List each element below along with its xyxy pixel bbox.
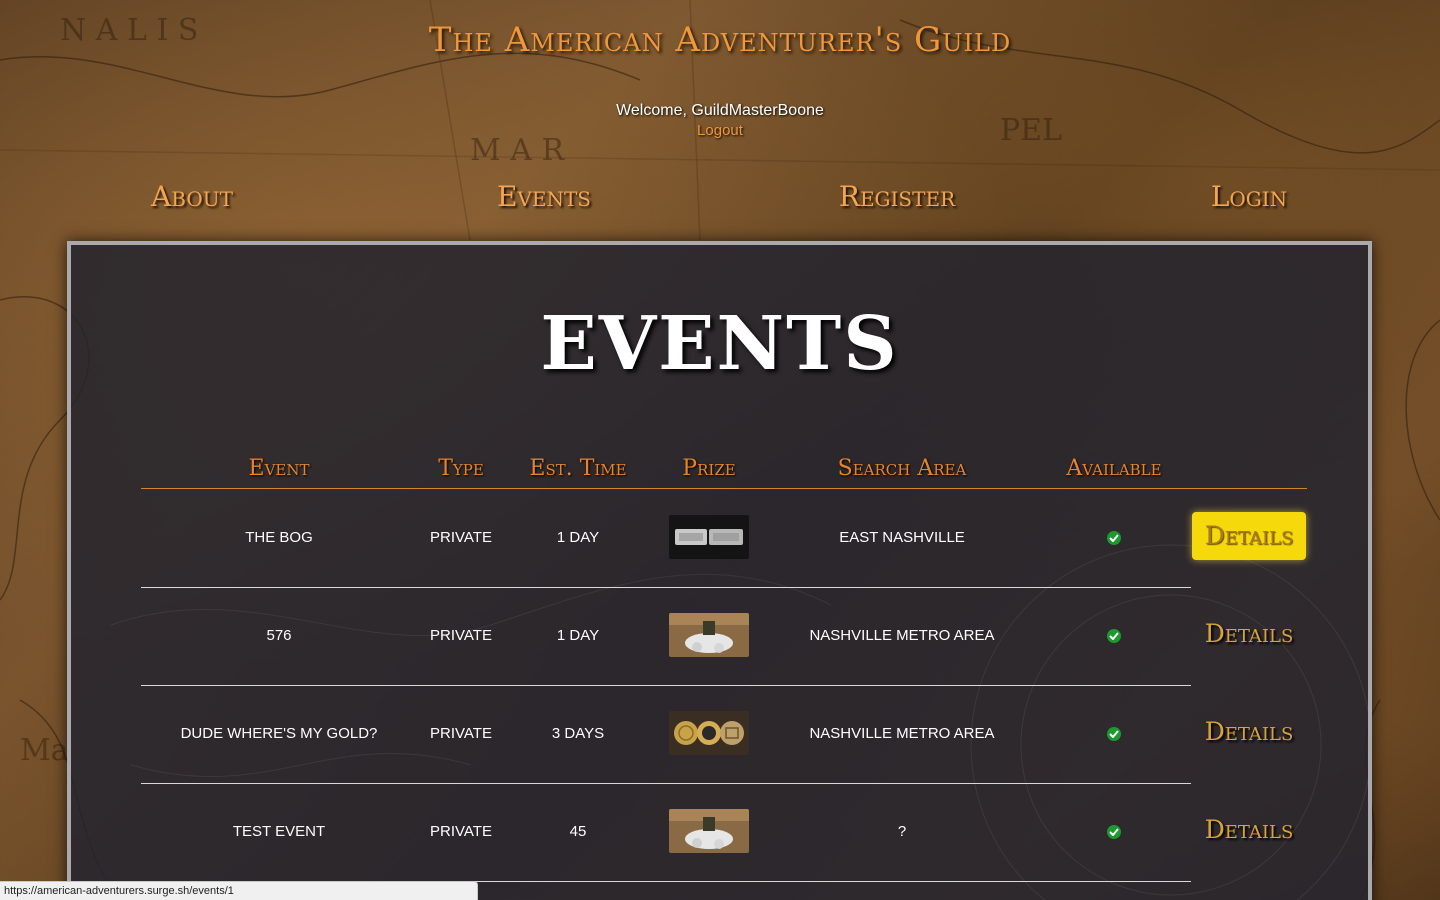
table-row: TEST EVENT PRIVATE 45 ? Details [141, 783, 1293, 882]
prize-image [669, 515, 749, 559]
check-icon [1107, 825, 1121, 839]
col-search-area: Search Area [837, 456, 967, 481]
prize-image [669, 809, 749, 853]
site-title: The American Adventurer's Guild [428, 20, 1012, 60]
event-search-area: EAST NASHVILLE [839, 529, 965, 546]
gold-coins-image [669, 711, 749, 755]
table-row: 576 PRIVATE 1 DAY NASHVILLE METRO AREA D… [141, 587, 1293, 686]
col-event: Event [248, 456, 310, 481]
check-icon [1107, 727, 1121, 741]
bag-prize-image [669, 809, 749, 853]
table-row: DUDE WHERE'S MY GOLD? PRIVATE 3 DAYS NAS… [141, 685, 1293, 784]
bag-prize-image [669, 613, 749, 657]
event-search-area: NASHVILLE METRO AREA [809, 725, 995, 742]
nav-events[interactable]: Events [497, 180, 591, 213]
table-row: THE BOG PRIVATE 1 DAY EAST NASHVILLE Det… [141, 489, 1306, 588]
event-name[interactable]: THE BOG [245, 529, 313, 546]
event-type: PRIVATE [430, 725, 492, 742]
event-type: PRIVATE [430, 823, 492, 840]
col-available: Available [1066, 456, 1162, 481]
check-icon [1107, 531, 1121, 545]
event-name[interactable]: TEST EVENT [233, 823, 325, 840]
check-icon [1107, 629, 1121, 643]
col-prize: Prize [682, 456, 736, 481]
main-nav: About Events Register Login [0, 180, 1440, 216]
event-est-time: 45 [569, 823, 587, 840]
prize-image [669, 711, 749, 755]
silver-bars-image [669, 515, 749, 559]
col-type: Type [438, 456, 484, 481]
table-header: Event Type Est. Time Prize Search Area A… [141, 450, 1307, 489]
svg-text:Ma: Ma [20, 733, 69, 768]
welcome-message: Welcome, GuildMasterBoone [616, 102, 824, 119]
event-search-area: ? [897, 823, 907, 840]
details-button[interactable]: Details [1192, 610, 1306, 658]
event-est-time: 1 DAY [556, 627, 600, 644]
details-button[interactable]: Details [1192, 806, 1306, 854]
status-bar-url: https://american-adventurers.surge.sh/ev… [0, 881, 478, 900]
event-name[interactable]: 576 [266, 627, 291, 644]
event-type: PRIVATE [430, 627, 492, 644]
event-est-time: 3 DAYS [551, 725, 605, 742]
logout-link[interactable]: Logout [697, 122, 743, 139]
event-name[interactable]: DUDE WHERE'S MY GOLD? [181, 725, 378, 742]
event-search-area: NASHVILLE METRO AREA [809, 627, 995, 644]
events-panel: EVENTS Event Type Est. Time Prize Search… [67, 241, 1372, 900]
col-est-time: Est. Time [529, 456, 627, 481]
page-title: EVENTS [540, 301, 899, 387]
nav-login[interactable]: Login [1211, 180, 1287, 213]
nav-about[interactable]: About [151, 180, 233, 213]
details-button[interactable]: Details [1192, 512, 1306, 560]
nav-register[interactable]: Register [839, 180, 955, 213]
event-type: PRIVATE [430, 529, 492, 546]
details-button[interactable]: Details [1192, 708, 1306, 756]
prize-image [669, 613, 749, 657]
event-est-time: 1 DAY [556, 529, 600, 546]
